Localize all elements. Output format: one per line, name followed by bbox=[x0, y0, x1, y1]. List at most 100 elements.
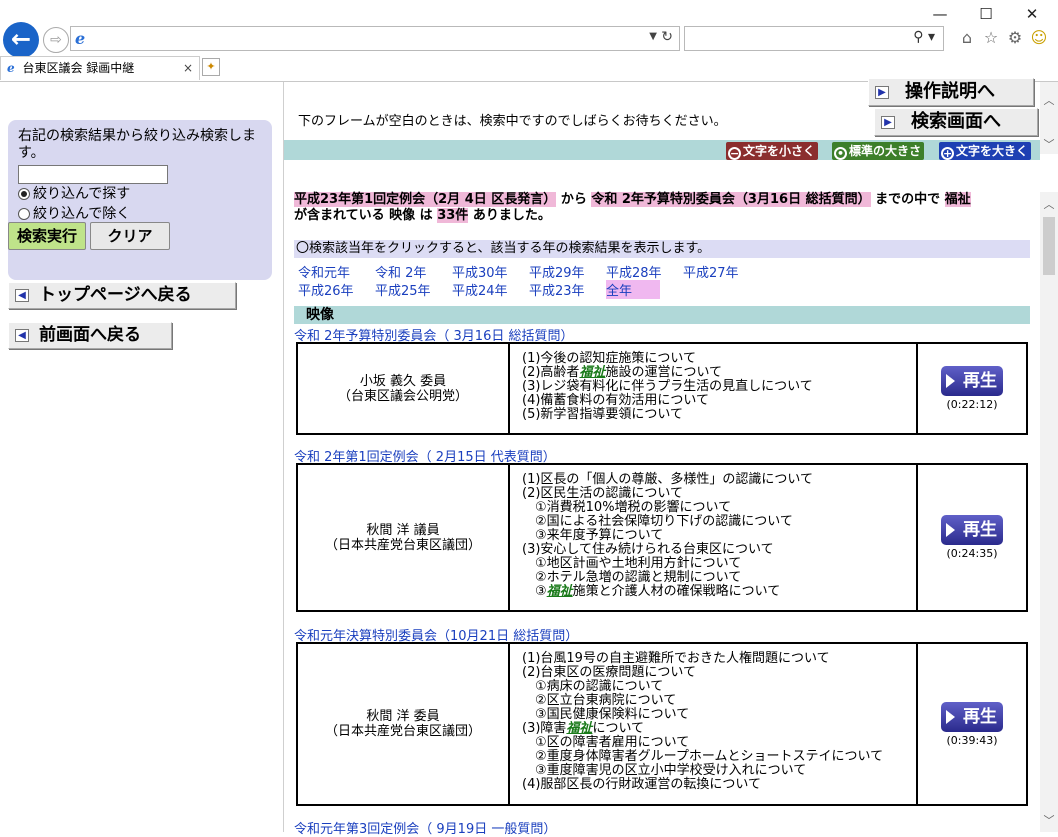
control-band bbox=[284, 140, 1040, 160]
arrow-icon: ◀ bbox=[15, 289, 29, 302]
manual-button[interactable]: ▶ 操作説明へ bbox=[868, 78, 1034, 106]
speaker-name: 秋間 洋 委員 bbox=[366, 709, 440, 724]
prev-page-button[interactable]: ◀ 前画面へ戻る bbox=[8, 322, 172, 349]
search-summary: 平成23年第1回定例会（2月 4日 区長発言） から 令和 2年予算特別委員会（… bbox=[294, 192, 971, 223]
gear-icon[interactable]: ⚙ bbox=[1005, 28, 1025, 48]
summary-from-range: 平成23年第1回定例会（2月 4日 区長発言） bbox=[294, 192, 557, 207]
play-button[interactable]: 再生 bbox=[941, 366, 1003, 396]
ie-logo-icon: e bbox=[75, 29, 86, 48]
radio-exclude-row[interactable]: 絞り込んで除く bbox=[18, 204, 262, 224]
search-icon[interactable]: ⚲ ▾ bbox=[913, 29, 935, 45]
duration: (0:39:43) bbox=[946, 733, 998, 747]
home-icon[interactable]: ⌂ bbox=[957, 28, 977, 48]
scroll-down-icon[interactable]: ﹀ bbox=[1040, 812, 1058, 828]
ie-tab-icon: e bbox=[7, 61, 15, 75]
keyword-highlight: 福祉 bbox=[579, 365, 606, 380]
arrow-icon: ▶ bbox=[881, 116, 895, 129]
year-link[interactable]: 令和 2年 bbox=[375, 262, 426, 281]
play-button[interactable]: 再生 bbox=[941, 515, 1003, 545]
keyword-highlight: 福祉 bbox=[546, 584, 573, 599]
forward-arrow-icon[interactable]: ⇨ bbox=[43, 27, 69, 53]
year-link[interactable]: 平成23年 bbox=[529, 280, 585, 299]
outer-scrollbar[interactable]: ︿ ﹀ bbox=[1040, 82, 1058, 154]
tab-title: 台東区議会 録画中継 bbox=[22, 61, 135, 75]
meeting-link[interactable]: 令和元年第3回定例会（ 9月19日 一般質問） bbox=[294, 818, 556, 837]
year-link[interactable]: 令和元年 bbox=[298, 262, 350, 281]
search-exec-button[interactable]: 検索実行 bbox=[8, 222, 86, 250]
topic-item: ①病床の認識について bbox=[522, 679, 664, 694]
year-link-all-selected[interactable]: 全年 bbox=[606, 280, 661, 299]
year-link[interactable]: 平成29年 bbox=[529, 262, 585, 281]
minimize-icon[interactable]: — bbox=[929, 4, 951, 24]
filter-input[interactable] bbox=[18, 165, 168, 184]
top-page-label: トップページへ戻る bbox=[39, 285, 192, 305]
browser-chrome: — ☐ ✕ ← ⇨ e ▼ ↻ ⚲ ▾ ⌂ ☆ ⚙ ☺ e 台東区議会 録画中継… bbox=[0, 0, 1058, 82]
topic-item: ①地区計画や土地利用方針について bbox=[522, 556, 742, 571]
play-cell: 再生 (0:22:12) bbox=[918, 344, 1026, 433]
maximize-icon[interactable]: ☐ bbox=[975, 4, 997, 24]
topic-item: (2)区民生活の認識について bbox=[522, 486, 684, 501]
refresh-icon[interactable]: ↻ bbox=[661, 29, 673, 45]
topic-item: (1)今後の認知症施策について bbox=[522, 351, 697, 366]
close-window-icon[interactable]: ✕ bbox=[1021, 4, 1043, 24]
topic-item: (3)レジ袋有料化に伴うプラ生活の見直しについて bbox=[522, 379, 813, 394]
inner-scrollbar[interactable]: ︿ ﹀ bbox=[1040, 192, 1058, 832]
topic-item: ②区立台東病院について bbox=[522, 693, 677, 708]
font-smaller-button[interactable]: − 文字を小さく bbox=[726, 142, 819, 160]
close-tab-icon[interactable]: × bbox=[183, 57, 193, 79]
topic-item: (3)障害福祉について bbox=[522, 721, 645, 736]
year-link[interactable]: 平成24年 bbox=[452, 280, 508, 299]
year-link[interactable]: 平成28年 bbox=[606, 262, 662, 281]
browser-search-box[interactable]: ⚲ ▾ bbox=[684, 26, 944, 51]
topic-item: ③重度障害児の区立小中学校受け入れについて bbox=[522, 763, 807, 778]
summary-keyword: 福祉 bbox=[944, 192, 971, 207]
topic-item: (2)高齢者福祉施設の運営について bbox=[522, 365, 723, 380]
new-tab-icon[interactable]: ✦ bbox=[202, 58, 220, 76]
dropdown-arrow-icon[interactable]: ▼ bbox=[649, 31, 657, 42]
search-screen-button[interactable]: ▶ 検索画面へ bbox=[874, 108, 1038, 136]
speaker-cell: 小坂 義久 委員 （台東区議会公明党） bbox=[298, 344, 510, 433]
topic-item: (4)服部区長の行財政運営の転換について bbox=[522, 777, 762, 792]
topic-item: ③福祉施策と介護人材の確保戦略について bbox=[522, 584, 781, 599]
speaker-party: （日本共産党台東区議団） bbox=[324, 537, 481, 553]
scroll-up-icon[interactable]: ︿ bbox=[1040, 196, 1058, 212]
topic-item: ②重度身体障害者グループホームとショートステイについて bbox=[522, 749, 884, 764]
topics-cell: (1)今後の認知症施策について (2)高齢者福祉施設の運営について (3)レジ袋… bbox=[510, 344, 918, 433]
topic-item: ②ホテル急増の認識と規制について bbox=[522, 570, 742, 585]
scroll-up-icon[interactable]: ︿ bbox=[1040, 92, 1058, 108]
summary-count: 33件 bbox=[437, 208, 469, 223]
browser-tab[interactable]: e 台東区議会 録画中継 × bbox=[0, 56, 200, 80]
arrow-icon: ▶ bbox=[875, 86, 889, 99]
topic-item: (5)新学習指導要領について bbox=[522, 407, 684, 422]
video-record: 小坂 義久 委員 （台東区議会公明党） (1)今後の認知症施策について (2)高… bbox=[296, 342, 1028, 435]
scroll-down-icon[interactable]: ﹀ bbox=[1040, 136, 1058, 152]
play-cell: 再生 (0:39:43) bbox=[918, 644, 1026, 804]
back-arrow-icon[interactable]: ← bbox=[3, 22, 39, 58]
video-record: 秋間 洋 議員 （日本共産党台東区議団） (1)区長の「個人の尊厳、多様性」の認… bbox=[296, 463, 1028, 612]
year-link[interactable]: 平成25年 bbox=[375, 280, 431, 299]
topic-item: ②国による社会保障切り下げの認識について bbox=[522, 514, 793, 529]
radio-include[interactable] bbox=[18, 188, 30, 200]
font-standard-button[interactable]: • 標準の大きさ bbox=[832, 142, 925, 160]
favorites-star-icon[interactable]: ☆ bbox=[981, 28, 1001, 48]
address-bar[interactable]: e ▼ ↻ bbox=[70, 26, 680, 51]
manual-label: 操作説明へ bbox=[905, 81, 995, 102]
year-link[interactable]: 平成26年 bbox=[298, 280, 354, 299]
speaker-party: （台東区議会公明党） bbox=[337, 388, 468, 404]
font-larger-button[interactable]: + 文字を大きく bbox=[939, 142, 1032, 160]
radio-include-row[interactable]: 絞り込んで探す bbox=[18, 184, 262, 204]
play-button[interactable]: 再生 bbox=[941, 701, 1003, 732]
topic-item: (1)台風19号の自主避難所でおきた人権問題について bbox=[522, 651, 830, 666]
speaker-cell: 秋間 洋 議員 （日本共産党台東区議団） bbox=[298, 465, 510, 610]
search-screen-label: 検索画面へ bbox=[911, 111, 1001, 132]
smiley-feedback-icon[interactable]: ☺ bbox=[1029, 28, 1049, 48]
scroll-thumb[interactable] bbox=[1043, 217, 1055, 275]
year-link[interactable]: 平成27年 bbox=[683, 262, 739, 281]
topic-item: (1)区長の「個人の尊厳、多様性」の認識について bbox=[522, 472, 814, 487]
duration: (0:24:35) bbox=[946, 547, 998, 560]
topics-cell: (1)台風19号の自主避難所でおきた人権問題について (2)台東区の医療問題につ… bbox=[510, 644, 918, 804]
year-link[interactable]: 平成30年 bbox=[452, 262, 508, 281]
clear-button[interactable]: クリア bbox=[90, 222, 170, 250]
radio-exclude[interactable] bbox=[18, 208, 30, 220]
top-page-button[interactable]: ◀ トップページへ戻る bbox=[8, 282, 236, 309]
